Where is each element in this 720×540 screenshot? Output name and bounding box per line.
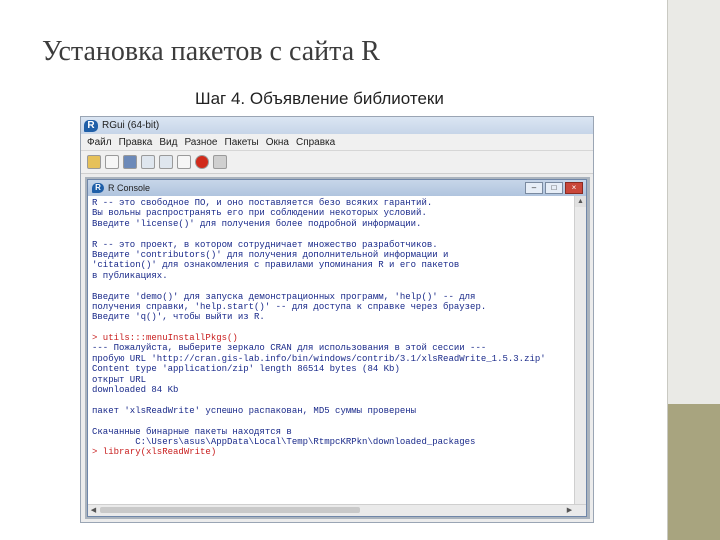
paste-icon[interactable] bbox=[159, 155, 173, 169]
menu-edit[interactable]: Правка bbox=[119, 137, 153, 148]
menu-file[interactable]: Файл bbox=[87, 137, 112, 148]
scroll-left-icon[interactable]: ◀ bbox=[88, 505, 99, 516]
save-workspace-icon[interactable] bbox=[123, 155, 137, 169]
r-console-logo-icon: R bbox=[92, 183, 104, 193]
console-output-line bbox=[92, 323, 571, 333]
horizontal-scrollbar[interactable]: ◀ ▶ bbox=[88, 504, 586, 516]
scroll-up-icon[interactable]: ▲ bbox=[575, 196, 586, 207]
console-command-line: > library(xlsReadWrite) bbox=[92, 447, 217, 458]
console-output-line: пробую URL 'http://cran.gis-lab.info/bin… bbox=[92, 353, 546, 364]
console-output-line: пакет 'xlsReadWrite' успешно распакован,… bbox=[92, 405, 417, 416]
console-output-line: в публикациях. bbox=[92, 270, 168, 281]
console-output-line: получения справки, 'help.start()' -- для… bbox=[92, 301, 487, 312]
maximize-button[interactable]: □ bbox=[545, 182, 563, 194]
rgui-titlebar[interactable]: R RGui (64-bit) bbox=[81, 117, 593, 134]
rgui-menubar: Файл Правка Вид Разное Пакеты Окна Справ… bbox=[81, 134, 593, 151]
slide-side-accent bbox=[668, 404, 720, 540]
rgui-title: RGui (64-bit) bbox=[102, 120, 160, 131]
menu-windows[interactable]: Окна bbox=[266, 137, 289, 148]
console-output-line: Введите 'demo()' для запуска демонстраци… bbox=[92, 291, 476, 302]
console-output-line: Введите 'contributors()' для получения д… bbox=[92, 249, 449, 260]
menu-misc[interactable]: Разное bbox=[184, 137, 217, 148]
console-output-line: Вы вольны распространять его при соблюде… bbox=[92, 208, 427, 219]
console-output-line: Content type 'application/zip' length 86… bbox=[92, 364, 400, 375]
print-icon[interactable] bbox=[213, 155, 227, 169]
menu-packages[interactable]: Пакеты bbox=[225, 137, 259, 148]
console-output-line: открыт URL bbox=[92, 374, 147, 385]
rgui-toolbar bbox=[81, 151, 593, 174]
vertical-scrollbar[interactable]: ▲ bbox=[574, 196, 586, 505]
horizontal-scroll-thumb[interactable] bbox=[100, 507, 360, 513]
console-output-line: C:\Users\asus\AppData\Local\Temp\RtmpcKR… bbox=[92, 436, 476, 447]
console-output-line: R -- это проект, в котором сотрудничает … bbox=[92, 239, 438, 250]
console-titlebar[interactable]: R R Console – □ × bbox=[88, 180, 586, 196]
close-button[interactable]: × bbox=[565, 182, 583, 194]
console-output-line: Скачанные бинарные пакеты находятся в bbox=[92, 426, 292, 437]
console-output-line: Введите 'q()', чтобы выйти из R. bbox=[92, 312, 265, 323]
console-title: R Console bbox=[108, 183, 151, 193]
console-output-line: --- Пожалуйста, выберите зеркало CRAN дл… bbox=[92, 343, 487, 354]
copy-paste-icon[interactable] bbox=[177, 155, 191, 169]
console-output-line bbox=[92, 281, 571, 291]
menu-view[interactable]: Вид bbox=[159, 137, 177, 148]
mdi-area: R R Console – □ × R -- это свободное ПО,… bbox=[85, 177, 590, 519]
open-script-icon[interactable] bbox=[87, 155, 101, 169]
slide-subtitle: Шаг 4. Объявление библиотеки bbox=[195, 89, 444, 108]
menu-help[interactable]: Справка bbox=[296, 137, 335, 148]
minimize-button[interactable]: – bbox=[525, 182, 543, 194]
console-output-line bbox=[92, 395, 571, 405]
console-output-line: R -- это свободное ПО, и оно поставляетс… bbox=[92, 198, 433, 208]
console-output-line bbox=[92, 416, 571, 426]
rgui-window: R RGui (64-bit) Файл Правка Вид Разное П… bbox=[80, 116, 594, 523]
scroll-right-icon[interactable]: ▶ bbox=[564, 505, 575, 516]
r-console-window: R R Console – □ × R -- это свободное ПО,… bbox=[87, 179, 587, 517]
r-logo-icon: R bbox=[84, 119, 98, 132]
slide-title: Установка пакетов с сайта R bbox=[42, 36, 380, 67]
console-output[interactable]: R -- это свободное ПО, и оно поставляетс… bbox=[88, 196, 575, 505]
console-output-line: downloaded 84 Kb bbox=[92, 385, 179, 396]
stop-icon[interactable] bbox=[195, 155, 209, 169]
console-output-line bbox=[92, 229, 571, 239]
console-output-line: Введите 'license()' для получения более … bbox=[92, 218, 422, 229]
console-command-line: > utils:::menuInstallPkgs() bbox=[92, 333, 238, 344]
console-output-line: 'citation()' для ознакомления с правилам… bbox=[92, 260, 460, 271]
load-workspace-icon[interactable] bbox=[105, 155, 119, 169]
copy-icon[interactable] bbox=[141, 155, 155, 169]
